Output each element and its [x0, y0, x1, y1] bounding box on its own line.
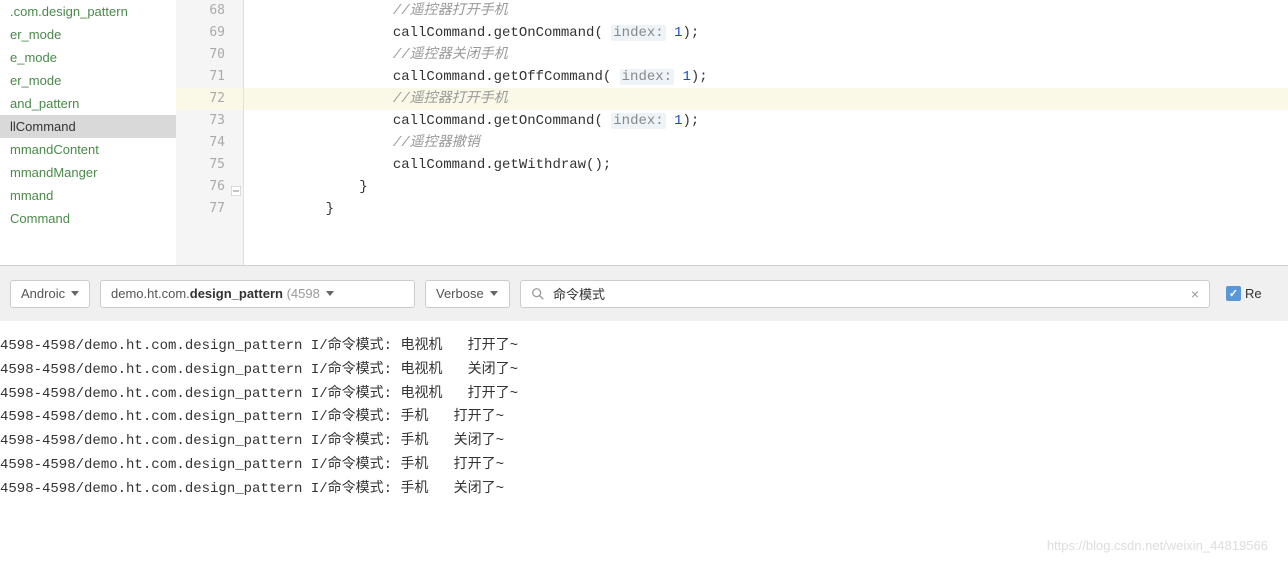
code-line[interactable]: //遥控器打开手机	[244, 0, 1288, 22]
device-dropdown[interactable]: Androic	[10, 280, 90, 308]
structure-sidebar: .com.design_patterner_modee_modeer_modea…	[0, 0, 176, 265]
log-line[interactable]: 4598-4598/demo.ht.com.design_pattern I/命…	[0, 478, 1288, 502]
code-line[interactable]: callCommand.getOnCommand( index: 1);	[244, 110, 1288, 132]
line-number: 74	[176, 132, 243, 154]
sidebar-item[interactable]: er_mode	[0, 23, 176, 46]
line-number: 68	[176, 0, 243, 22]
line-number	[176, 220, 243, 242]
chevron-down-icon	[326, 291, 334, 296]
regex-checkbox[interactable]	[1226, 286, 1241, 301]
search-input[interactable]: 命令模式	[553, 284, 1183, 303]
sidebar-item[interactable]: .com.design_pattern	[0, 0, 176, 23]
sidebar-item[interactable]: Command	[0, 207, 176, 230]
line-number: 72	[176, 88, 243, 110]
regex-checkbox-group[interactable]: Re	[1226, 286, 1262, 301]
code-line[interactable]: //遥控器撤销	[244, 132, 1288, 154]
process-dropdown[interactable]: demo.ht.com.design_pattern (4598	[100, 280, 415, 308]
loglevel-label: Verbose	[436, 286, 484, 301]
line-number: 73	[176, 110, 243, 132]
code-line[interactable]: callCommand.getOffCommand( index: 1);	[244, 66, 1288, 88]
logcat-output[interactable]: 4598-4598/demo.ht.com.design_pattern I/命…	[0, 321, 1288, 502]
line-number: 77	[176, 198, 243, 220]
sidebar-item[interactable]: mmandManger	[0, 161, 176, 184]
log-line[interactable]: 4598-4598/demo.ht.com.design_pattern I/命…	[0, 359, 1288, 383]
chevron-down-icon	[490, 291, 498, 296]
log-line[interactable]: 4598-4598/demo.ht.com.design_pattern I/命…	[0, 406, 1288, 430]
line-number: 69	[176, 22, 243, 44]
watermark: https://blog.csdn.net/weixin_44819566	[1047, 538, 1268, 553]
chevron-down-icon	[71, 291, 79, 296]
sidebar-item[interactable]: and_pattern	[0, 92, 176, 115]
regex-label: Re	[1245, 286, 1262, 301]
code-line[interactable]: }	[244, 198, 1288, 220]
code-line[interactable]: }	[244, 176, 1288, 198]
loglevel-dropdown[interactable]: Verbose	[425, 280, 510, 308]
sidebar-item[interactable]: llCommand	[0, 115, 176, 138]
editor-gutter: 68697071727374757677	[176, 0, 244, 265]
code-line[interactable]: callCommand.getOnCommand( index: 1);	[244, 22, 1288, 44]
clear-search-icon[interactable]: ×	[1191, 286, 1199, 302]
sidebar-item[interactable]: mmand	[0, 184, 176, 207]
line-number: 71	[176, 66, 243, 88]
line-number: 70	[176, 44, 243, 66]
sidebar-item[interactable]: e_mode	[0, 46, 176, 69]
log-line[interactable]: 4598-4598/demo.ht.com.design_pattern I/命…	[0, 335, 1288, 359]
device-label: Androic	[21, 286, 65, 301]
code-line[interactable]: //遥控器打开手机	[244, 88, 1288, 110]
code-editor[interactable]: //遥控器打开手机 callCommand.getOnCommand( inde…	[244, 0, 1288, 265]
code-line[interactable]: callCommand.getWithdraw();	[244, 154, 1288, 176]
line-number: 76	[176, 176, 243, 198]
sidebar-item[interactable]: er_mode	[0, 69, 176, 92]
sidebar-item[interactable]: mmandContent	[0, 138, 176, 161]
line-number: 75	[176, 154, 243, 176]
fold-icon[interactable]	[231, 182, 241, 192]
code-line[interactable]	[244, 220, 1288, 242]
log-line[interactable]: 4598-4598/demo.ht.com.design_pattern I/命…	[0, 454, 1288, 478]
log-line[interactable]: 4598-4598/demo.ht.com.design_pattern I/命…	[0, 430, 1288, 454]
search-box[interactable]: 命令模式 ×	[520, 280, 1210, 308]
log-line[interactable]: 4598-4598/demo.ht.com.design_pattern I/命…	[0, 383, 1288, 407]
process-label: demo.ht.com.design_pattern (4598	[111, 286, 320, 301]
code-line[interactable]: //遥控器关闭手机	[244, 44, 1288, 66]
logcat-toolbar: Androic demo.ht.com.design_pattern (4598…	[0, 265, 1288, 321]
search-icon	[531, 287, 545, 301]
